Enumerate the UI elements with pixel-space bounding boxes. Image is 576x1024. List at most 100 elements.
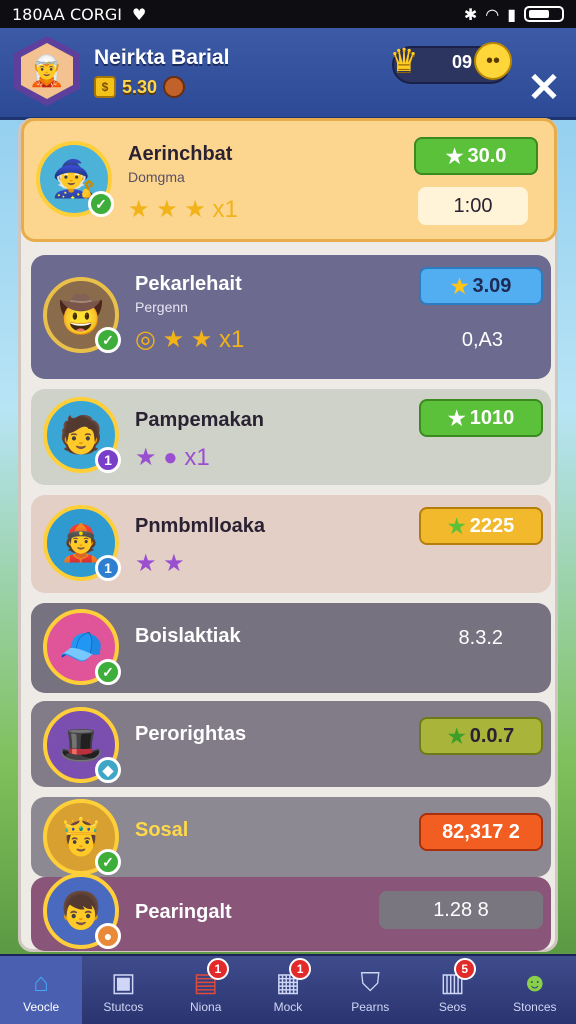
- score-pill: ★ 3.09: [419, 267, 543, 305]
- time-pill: 1:00: [418, 187, 528, 225]
- nav-label: Pearns: [351, 1000, 390, 1014]
- bluetooth-icon: ✱: [463, 4, 478, 24]
- row-name: Perorightas: [135, 723, 247, 745]
- check-badge-icon: ✓: [95, 659, 121, 685]
- player-avatar[interactable]: 🧝: [14, 36, 80, 106]
- status-time: 180AA CORGI: [12, 4, 122, 24]
- smiley-icon: ☻: [521, 967, 549, 997]
- row-avatar-image: 🎩: [58, 724, 104, 765]
- elf-icon: 🧝: [21, 43, 73, 99]
- list-item[interactable]: 🎩 ◆ Perorightas ★ 0.0.7: [31, 701, 551, 787]
- avatar: 👲 1: [43, 505, 121, 581]
- battery-icon: [524, 6, 564, 22]
- number-badge-icon: 1: [95, 555, 121, 581]
- row-name: Sosal: [135, 819, 189, 841]
- score-pill: ★ 30.0: [414, 137, 538, 175]
- score-pill: ★ 1010: [419, 399, 543, 437]
- row-avatar-image: 🧙: [51, 158, 97, 199]
- row-score: 30.0: [467, 144, 507, 167]
- nav-label: Mock: [273, 1000, 303, 1014]
- row-name: Pearingalt: [135, 901, 232, 923]
- shield-icon: ⛉: [360, 967, 381, 997]
- game-header: 🧝 Neirkta Barial $ 5.30 ♛ 09 •• ✕: [0, 28, 576, 120]
- star-icon: ★: [445, 145, 464, 168]
- row-avatar-image: 🤠: [58, 294, 104, 335]
- currency-value: 09: [452, 52, 473, 72]
- row-avatar-image: 👦: [58, 890, 104, 931]
- check-badge-icon: ✓: [95, 849, 121, 875]
- smiley-icon[interactable]: ••: [474, 42, 512, 80]
- bottom-nav: ⌂ Veocle ▣ Stutcos ▤ 1 Niona ▦ 1 Mock ⛉ …: [0, 954, 576, 1024]
- nav-item-stutcos[interactable]: ▣ Stutcos: [82, 956, 164, 1024]
- nav-label: Niona: [190, 1000, 222, 1014]
- gem-icon: [163, 76, 186, 98]
- row-subtitle: Domgma: [128, 169, 185, 185]
- row-value: 0,A3: [461, 329, 503, 351]
- list-item[interactable]: 👲 1 Pnmbmlloaka ★ ★ ★ 2225: [31, 495, 551, 593]
- score-pill: ★ 0.0.7: [419, 717, 543, 755]
- nav-item-stonces[interactable]: ☻ Stonces: [494, 956, 576, 1024]
- avatar: 🤠 ✓: [43, 277, 121, 353]
- nav-item-pearns[interactable]: ⛉ Pearns: [329, 956, 411, 1024]
- coin-count: 5.30: [122, 76, 158, 97]
- row-avatar-image: 🧢: [58, 626, 104, 667]
- avatar: 👦 ●: [43, 873, 121, 949]
- row-value: 8.3.2: [458, 627, 503, 649]
- gem-badge-icon: ◆: [95, 757, 121, 783]
- player-name: Neirkta Barial: [94, 46, 230, 69]
- nav-item-home[interactable]: ⌂ Veocle: [0, 956, 83, 1024]
- list-item[interactable]: 🧑 1 Pampemakan ★ ● x1 ★ 1010: [31, 389, 551, 485]
- number-badge-icon: 1: [95, 447, 121, 473]
- star-icon: ★: [450, 275, 469, 298]
- list-item[interactable]: 👦 ● Pearingalt 1.28 8: [31, 873, 551, 951]
- row-avatar-image: 🧑: [58, 414, 104, 455]
- close-button[interactable]: ✕: [524, 68, 564, 108]
- row-avatar-image: 👲: [58, 522, 104, 563]
- list-item[interactable]: 🤠 ✓ Pekarlehait Pergenn ◎ ★ ★ x1 ★ 3.09 …: [31, 255, 551, 379]
- score-pill: 1.28 8: [379, 891, 543, 929]
- star-icon: ★: [447, 515, 466, 538]
- status-bar: 180AA CORGI ♥ ✱ ◠ ▮: [0, 0, 576, 28]
- orb-badge-icon: ●: [95, 923, 121, 949]
- row-avatar-image: 🤴: [58, 816, 104, 857]
- list-item[interactable]: 🧙 ✓ Aerinchbat Domgma ★ ★ ★ x1 ★ 30.0 1:…: [21, 118, 557, 242]
- row-subtitle: Pergenn: [135, 299, 188, 315]
- nav-label: Seos: [438, 1000, 467, 1014]
- row-name: Aerinchbat: [128, 143, 233, 165]
- signal-icon: ▮: [507, 4, 516, 24]
- nav-item-niona[interactable]: ▤ 1 Niona: [165, 956, 247, 1024]
- nav-item-mock[interactable]: ▦ 1 Mock: [247, 956, 329, 1024]
- row-score: 1.28 8: [433, 898, 489, 921]
- star-rating: ◎ ★ ★ x1: [135, 326, 245, 353]
- row-score: 2225: [469, 514, 515, 537]
- star-rating: ★ ● x1: [135, 444, 210, 471]
- trophy-icon: ♛: [389, 42, 419, 78]
- list-item[interactable]: 🧢 ✓ Boislaktiak 8.3.2: [31, 603, 551, 693]
- coin-icon: $: [94, 76, 116, 98]
- avatar: 🧢 ✓: [43, 609, 121, 685]
- nav-label: Veocle: [23, 1000, 60, 1014]
- check-badge-icon: ✓: [88, 191, 114, 217]
- nav-label: Stonces: [513, 1000, 557, 1014]
- avatar: 🧙 ✓: [36, 141, 114, 217]
- nav-label: Stutcos: [103, 1000, 144, 1014]
- nav-item-seos[interactable]: ▥ 5 Seos: [411, 956, 493, 1024]
- cube-icon: ▣: [111, 967, 136, 997]
- row-score: 1010: [469, 406, 515, 429]
- leaderboard-panel: 🧙 ✓ Aerinchbat Domgma ★ ★ ★ x1 ★ 30.0 1:…: [18, 118, 558, 952]
- row-name: Pekarlehait: [135, 273, 242, 295]
- row-name: Boislaktiak: [135, 625, 241, 647]
- row-name: Pampemakan: [135, 409, 264, 431]
- avatar: 🧑 1: [43, 397, 121, 473]
- wifi-icon: ◠: [485, 4, 500, 24]
- notification-badge: 1: [289, 958, 312, 980]
- row-name: Pnmbmlloaka: [135, 515, 266, 537]
- row-time: 1:00: [453, 194, 493, 217]
- row-score: 0.0.7: [469, 724, 515, 747]
- list-item[interactable]: 🤴 ✓ Sosal 82,317 2: [31, 797, 551, 877]
- row-score: 82,317 2: [442, 820, 520, 843]
- check-badge-icon: ✓: [95, 327, 121, 353]
- score-pill: 82,317 2: [419, 813, 543, 851]
- star-rating: ★ ★: [135, 550, 185, 577]
- star-rating: ★ ★ ★ x1: [128, 196, 238, 223]
